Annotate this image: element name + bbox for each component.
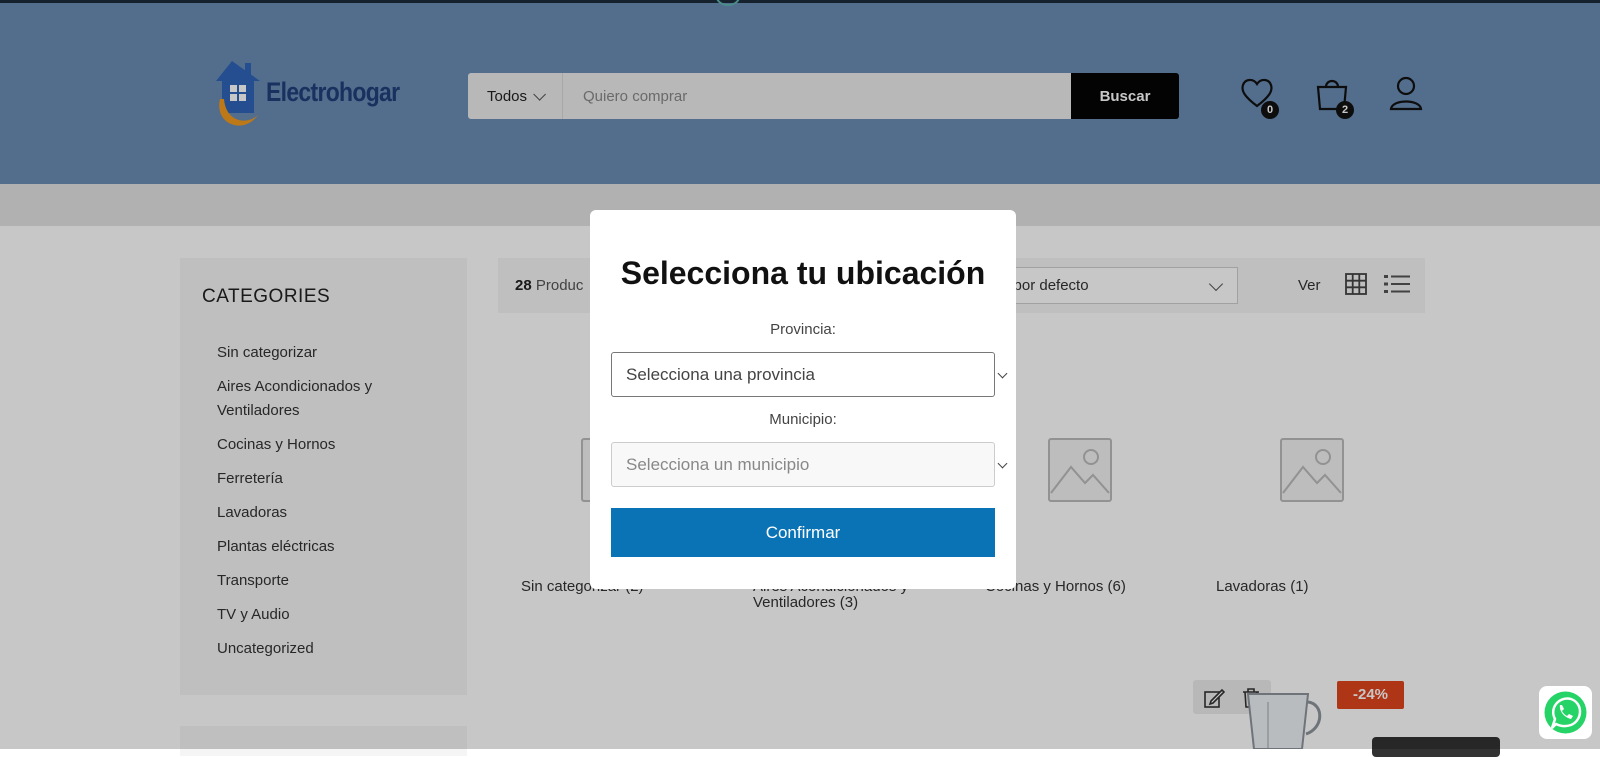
location-modal: Selecciona tu ubicación Provincia: Selec…: [590, 210, 1016, 589]
province-label: Provincia:: [770, 321, 836, 338]
municipality-label: Municipio:: [769, 411, 837, 428]
municipality-placeholder: Selecciona un municipio: [626, 455, 810, 474]
modal-title: Selecciona tu ubicación: [620, 255, 986, 291]
province-select[interactable]: Selecciona una provincia: [611, 352, 995, 397]
whatsapp-icon: [1544, 691, 1587, 734]
municipality-select[interactable]: Selecciona un municipio: [611, 442, 995, 487]
confirm-button[interactable]: Confirmar: [611, 508, 995, 557]
chevron-down-icon: [997, 368, 1008, 379]
province-placeholder: Selecciona una provincia: [626, 365, 816, 384]
chevron-down-icon: [997, 458, 1008, 469]
whatsapp-button[interactable]: [1539, 686, 1592, 739]
